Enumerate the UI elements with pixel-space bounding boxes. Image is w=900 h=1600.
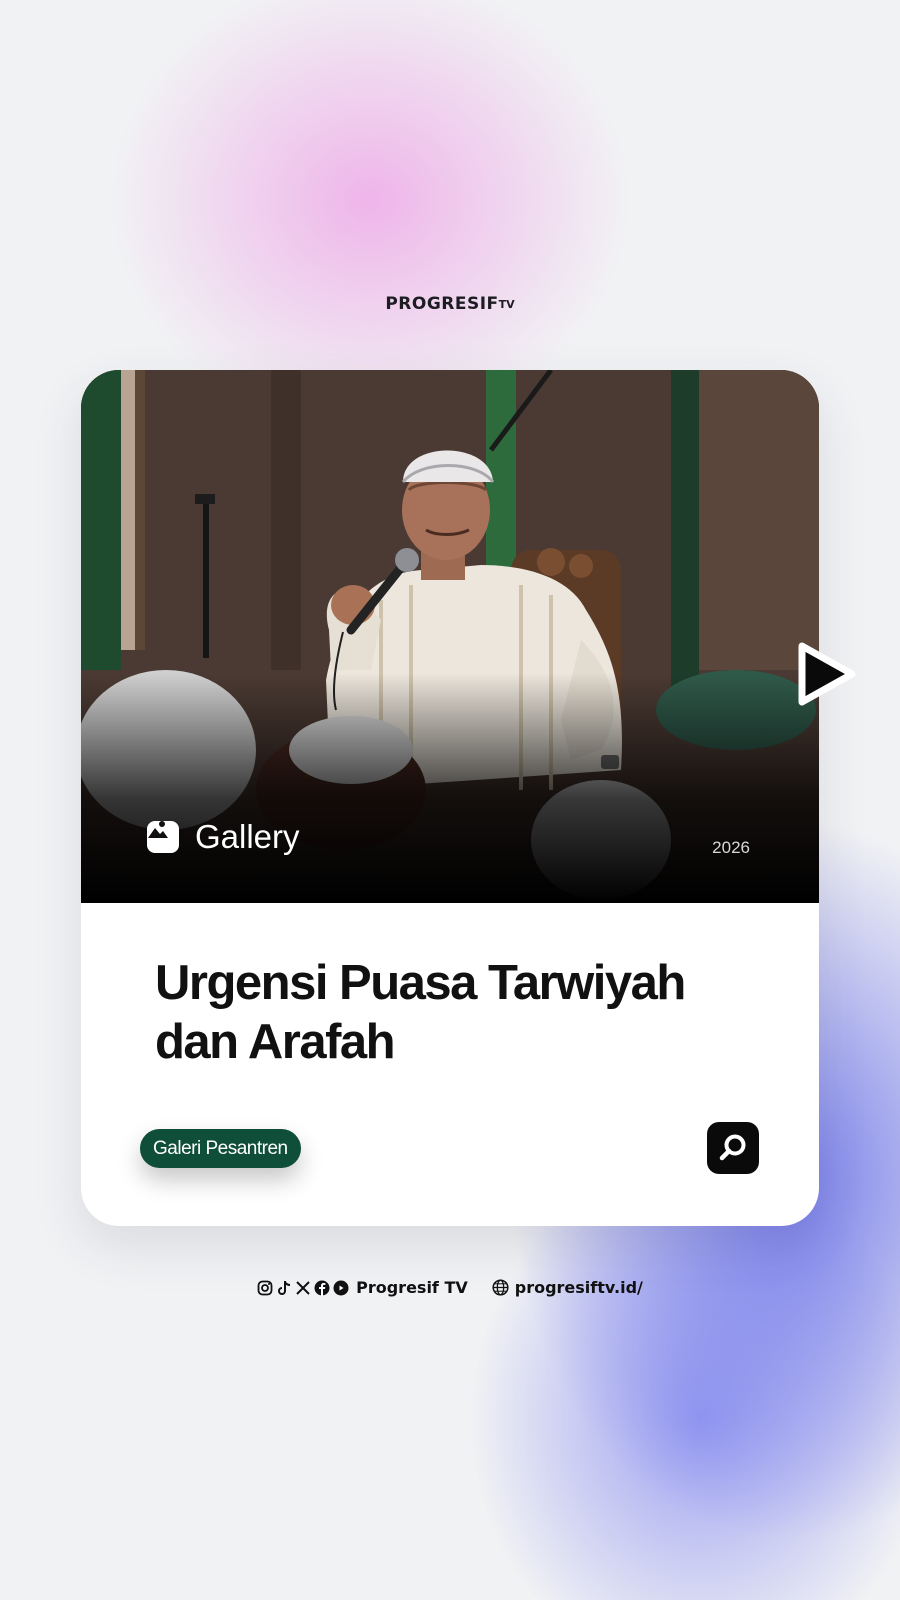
post-title: Urgensi Puasa Tarwiyah dan Arafah xyxy=(155,956,686,1069)
website-link[interactable]: progresiftv.id/ xyxy=(492,1278,643,1297)
brand-name: PROGRESIF xyxy=(385,294,499,314)
cover-photo: Gallery 2026 xyxy=(81,370,819,903)
instagram-icon[interactable] xyxy=(257,1280,273,1296)
footer: Progresif TV progresiftv.id/ xyxy=(0,1278,900,1297)
website-url: progresiftv.id/ xyxy=(514,1278,643,1297)
facebook-icon[interactable] xyxy=(314,1280,330,1296)
post-card[interactable]: Gallery 2026 Urgensi Puasa Tarwiyah dan … xyxy=(81,370,819,1226)
brand-logo: PROGRESIFTV xyxy=(0,294,900,314)
search-icon xyxy=(719,1134,746,1161)
media-type-label: Gallery xyxy=(147,818,300,856)
brand-suffix: TV xyxy=(498,298,515,311)
photo-gradient-overlay xyxy=(81,673,819,903)
youtube-icon[interactable] xyxy=(333,1280,349,1296)
play-icon xyxy=(798,642,856,706)
social-handle[interactable]: Progresif TV xyxy=(356,1278,468,1297)
category-badge[interactable]: Galeri Pesantren xyxy=(140,1129,301,1168)
tiktok-icon[interactable] xyxy=(276,1280,292,1296)
search-button[interactable] xyxy=(707,1122,759,1174)
globe-icon xyxy=(492,1279,509,1296)
year-label: 2026 xyxy=(712,838,750,857)
image-icon xyxy=(147,821,179,853)
x-icon[interactable] xyxy=(295,1280,311,1296)
media-type-text: Gallery xyxy=(195,818,300,855)
social-icons xyxy=(257,1280,349,1296)
play-button[interactable] xyxy=(794,638,860,710)
